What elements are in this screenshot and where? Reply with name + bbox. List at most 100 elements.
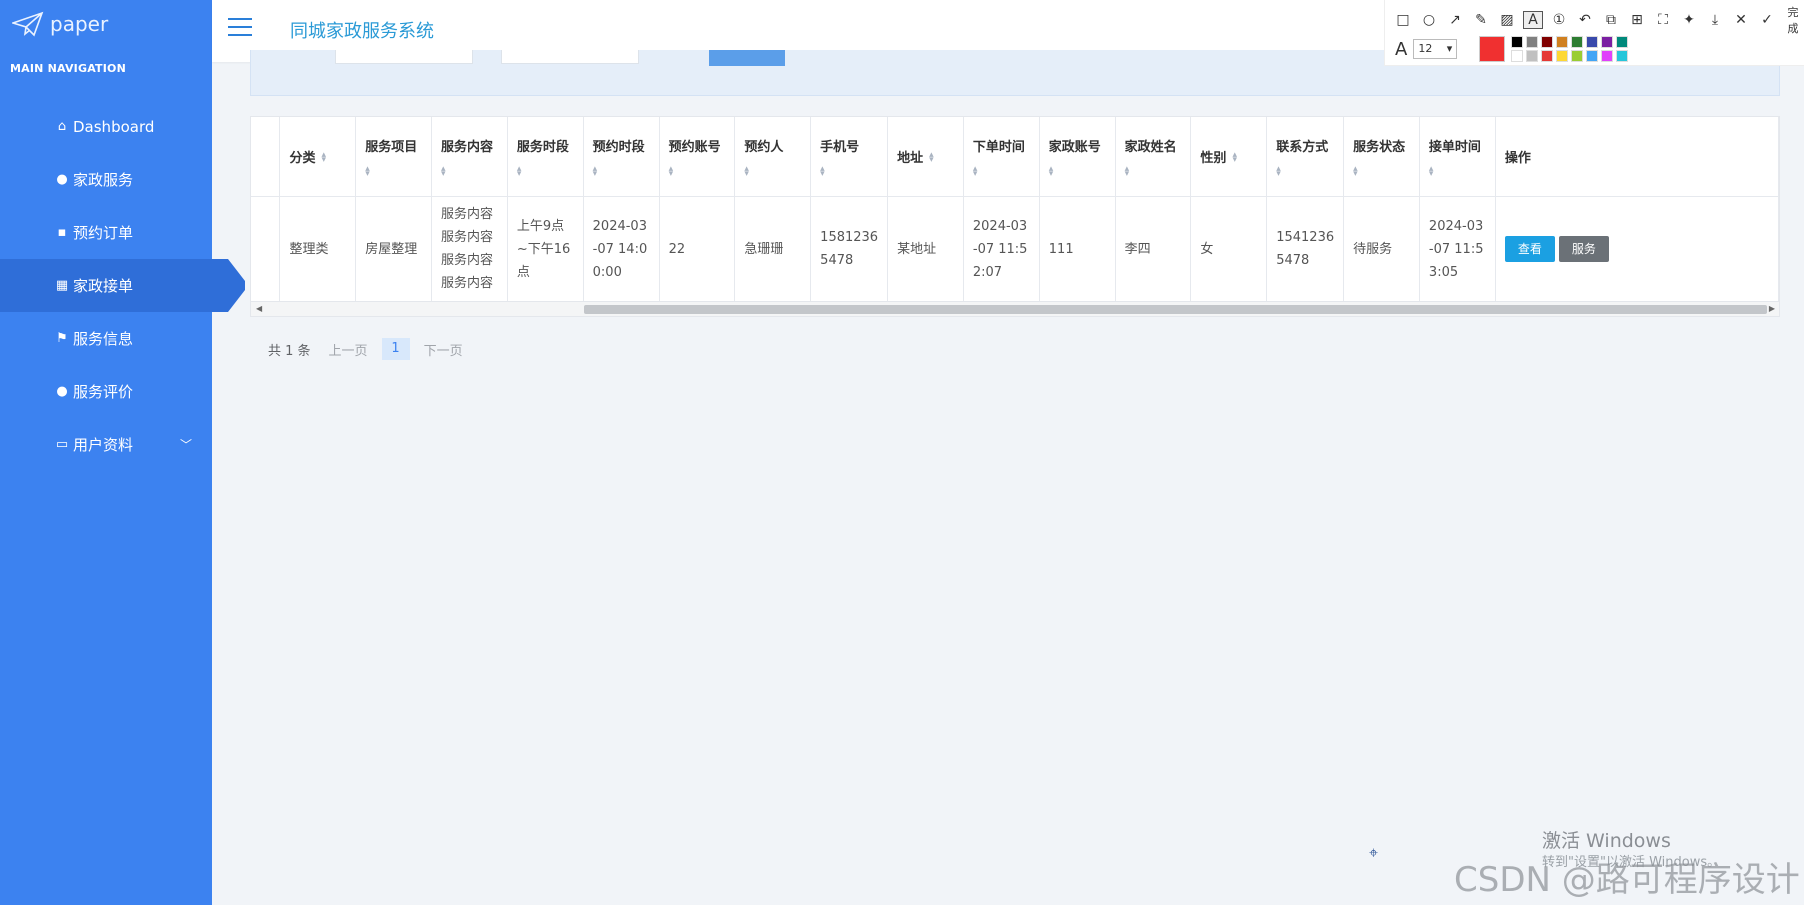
sidebar-item-housekeeping-service[interactable]: ● 家政服务 <box>0 153 212 206</box>
column-header-category[interactable]: 分类 ▴ ▾ <box>279 117 357 197</box>
color-swatch[interactable] <box>1511 50 1524 62</box>
color-swatch[interactable] <box>1511 36 1524 48</box>
column-header-content[interactable]: 服务内容 ▴ ▾ <box>431 117 508 197</box>
cell-content: 服务内容 服务内容 服务内容 服务内容 <box>431 196 508 303</box>
sort-icon[interactable]: ▴ ▾ <box>321 151 326 165</box>
page-number-button[interactable]: 1 <box>381 338 410 360</box>
scrollbar-thumb[interactable] <box>584 305 1767 314</box>
current-color-swatch[interactable] <box>1479 36 1506 62</box>
sort-icon[interactable]: ▴ ▾ <box>441 164 498 178</box>
color-swatch[interactable] <box>1586 50 1599 62</box>
color-swatch[interactable] <box>1601 50 1614 62</box>
sort-icon[interactable]: ▴ ▾ <box>1232 151 1237 165</box>
sort-icon[interactable]: ▴ ▾ <box>593 164 650 178</box>
pin-icon[interactable]: ✦ <box>1679 12 1699 28</box>
color-swatch[interactable] <box>1526 36 1539 48</box>
color-swatch[interactable] <box>1541 36 1554 48</box>
column-header-order-time[interactable]: 下单时间 ▴ ▾ <box>963 117 1040 197</box>
sort-icon[interactable]: ▴ ▾ <box>669 164 726 178</box>
sort-icon[interactable]: ▴ ▾ <box>820 164 878 178</box>
pencil-icon[interactable]: ✎ <box>1471 12 1491 28</box>
sidebar-item-dashboard[interactable]: ⌂ Dashboard <box>0 100 212 153</box>
sort-icon[interactable]: ▴ ▾ <box>1049 164 1106 178</box>
next-page-button[interactable]: 下一页 <box>424 340 463 359</box>
horizontal-scrollbar[interactable]: ◀ ▶ <box>251 301 1779 316</box>
download-icon[interactable]: ⤓ <box>1705 12 1725 28</box>
check-icon[interactable]: ✓ <box>1757 12 1777 28</box>
mosaic-icon[interactable]: ▨ <box>1497 12 1517 28</box>
serve-button[interactable]: 服务 <box>1558 236 1609 262</box>
column-header-appt-person[interactable]: 预约人 ▴ ▾ <box>734 117 812 197</box>
cell-hk-name: 李四 <box>1115 196 1192 303</box>
search-input[interactable] <box>335 50 473 64</box>
view-button[interactable]: 查看 <box>1504 236 1555 262</box>
sidebar-item-user-profile[interactable]: ▭ 用户资料 ﹀ <box>0 418 212 471</box>
color-swatch[interactable] <box>1526 50 1539 62</box>
sidebar-item-service-review[interactable]: ● 服务评价 <box>0 365 212 418</box>
circle-icon[interactable]: ○ <box>1419 12 1439 28</box>
column-header-period[interactable]: 服务时段 ▴ ▾ <box>507 117 584 197</box>
column-header-actions: 操作 <box>1495 117 1779 197</box>
sort-icon[interactable]: ▴ ▾ <box>744 164 801 178</box>
column-header-status[interactable]: 服务状态 ▴ ▾ <box>1343 117 1420 197</box>
sort-icon[interactable]: ▴ ▾ <box>1429 164 1486 178</box>
table-row: 整理类 房屋整理 服务内容 服务内容 服务内容 服务内容 上午9点 ~下午16 … <box>251 196 1779 303</box>
done-button[interactable]: 完成 <box>1783 4 1803 36</box>
undo-icon[interactable]: ↶ <box>1575 12 1595 28</box>
total-count: 共 1 条 <box>268 343 311 359</box>
color-swatch[interactable] <box>1541 50 1554 62</box>
sort-icon[interactable]: ▴ ▾ <box>929 151 934 165</box>
scroll-right-icon[interactable]: ▶ <box>1769 304 1775 313</box>
sort-icon[interactable]: ▴ ▾ <box>973 164 1030 178</box>
cell-appt-account: 22 <box>659 196 736 303</box>
column-header-phone[interactable]: 手机号 ▴ ▾ <box>810 117 889 197</box>
sort-icon[interactable]: ▴ ▾ <box>365 164 422 178</box>
font-size-select[interactable]: 12 <box>1413 39 1458 59</box>
sort-icon[interactable]: ▴ ▾ <box>1353 164 1410 178</box>
column-header-appt-account[interactable]: 预约账号 ▴ ▾ <box>659 117 736 197</box>
column-header-hk-account[interactable]: 家政账号 ▴ ▾ <box>1039 117 1116 197</box>
close-icon[interactable]: ✕ <box>1731 12 1751 28</box>
prev-page-button[interactable]: 上一页 <box>329 340 368 359</box>
grid-icon: ▦ <box>55 278 69 293</box>
row-select-cell[interactable] <box>251 196 281 303</box>
arrow-icon[interactable]: ↗ <box>1445 12 1465 28</box>
color-swatch[interactable] <box>1556 36 1569 48</box>
sort-icon[interactable]: ▴ ▾ <box>517 164 574 178</box>
column-header-item[interactable]: 服务项目 ▴ ▾ <box>355 117 433 197</box>
color-swatch[interactable] <box>1586 36 1599 48</box>
column-header-gender[interactable]: 性别 ▴ ▾ <box>1190 117 1268 197</box>
app-logo[interactable]: paper <box>0 0 212 48</box>
column-header-appt-time[interactable]: 预约时段 ▴ ▾ <box>583 117 660 197</box>
cell-accept-time: 2024-03 -07 11:5 3:05 <box>1419 196 1496 303</box>
column-header-hk-name[interactable]: 家政姓名 ▴ ▾ <box>1115 117 1192 197</box>
sort-icon[interactable]: ▴ ▾ <box>1276 164 1334 178</box>
color-swatch[interactable] <box>1616 50 1629 62</box>
color-swatch[interactable] <box>1616 36 1629 48</box>
search-input[interactable] <box>501 50 639 64</box>
scroll-left-icon[interactable]: ◀ <box>256 304 262 313</box>
snip-tools: □ ○ ↗ ✎ ▨ A ① ↶ ⧉ ⊞ ⛶ ✦ ⤓ ✕ ✓ 完成 <box>1393 4 1803 36</box>
fullscreen-icon[interactable]: ⛶ <box>1653 12 1673 28</box>
color-swatch[interactable] <box>1556 50 1569 62</box>
rectangle-icon[interactable]: □ <box>1393 12 1413 28</box>
search-button[interactable] <box>709 50 785 66</box>
number-icon[interactable]: ① <box>1549 12 1569 28</box>
data-table: 分类 ▴ ▾ 服务项目 ▴ ▾ 服务内容 ▴ ▾ 服务时段 ▴ ▾ 预约时段 ▴ ▾ 预约账号 ▴ ▾ … <box>250 116 1780 317</box>
column-header-accept-time[interactable]: 接单时间 ▴ ▾ <box>1419 117 1496 197</box>
menu-toggle-icon[interactable] <box>228 18 252 38</box>
text-icon[interactable]: A <box>1523 11 1543 29</box>
column-header-address[interactable]: 地址 ▴ ▾ <box>887 117 964 197</box>
color-swatch[interactable] <box>1571 36 1584 48</box>
sort-icon[interactable]: ▴ ▾ <box>1125 164 1182 178</box>
color-swatch[interactable] <box>1571 50 1584 62</box>
column-header-contact[interactable]: 联系方式 ▴ ▾ <box>1266 117 1345 197</box>
translate-icon[interactable]: ⊞ <box>1627 12 1647 28</box>
sidebar-item-booking-orders[interactable]: ▪ 预约订单 <box>0 206 212 259</box>
color-swatch[interactable] <box>1601 36 1614 48</box>
paper-plane-icon <box>12 11 44 37</box>
sidebar-item-service-info[interactable]: ⚑ 服务信息 <box>0 312 212 365</box>
sidebar-item-order-accept[interactable]: ▦ 家政接单 <box>0 259 245 312</box>
crop-icon[interactable]: ⧉ <box>1601 12 1621 28</box>
cell-address: 某地址 <box>887 196 964 303</box>
